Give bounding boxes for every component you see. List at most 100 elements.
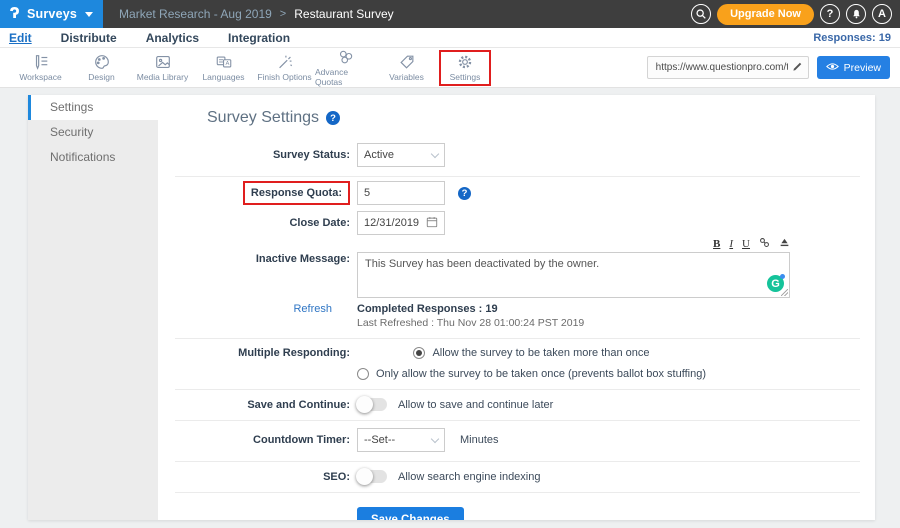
completed-responses-text: Completed Responses : 19 bbox=[357, 303, 584, 315]
toolbar-item-label: Finish Options bbox=[257, 72, 311, 82]
inactive-message-label: Inactive Message: bbox=[158, 237, 350, 265]
survey-toolbar: Workspace Design Media Library A Languag… bbox=[0, 48, 900, 88]
radio-unselected-icon[interactable] bbox=[357, 368, 369, 380]
page-content: Settings Security Notifications Survey S… bbox=[0, 88, 900, 528]
brand-block[interactable]: Surveys bbox=[0, 0, 103, 28]
calendar-icon[interactable] bbox=[426, 216, 438, 231]
settings-sidebar: Settings Security Notifications bbox=[28, 95, 158, 520]
toolbar-item-label: Workspace bbox=[19, 72, 61, 82]
radio-option-multiple[interactable]: Allow the survey to be taken more than o… bbox=[413, 347, 649, 359]
toolbar-item-label: Languages bbox=[202, 72, 244, 82]
chain-links-icon bbox=[337, 48, 355, 66]
toolbar-item-advance-quotas[interactable]: Advance Quotas bbox=[315, 48, 376, 87]
minutes-label: Minutes bbox=[460, 434, 499, 446]
divider bbox=[175, 338, 860, 339]
sidebar-item-settings[interactable]: Settings bbox=[28, 95, 158, 120]
settings-main: Survey Settings ? Survey Status: Active bbox=[158, 95, 875, 520]
search-icon bbox=[695, 8, 707, 20]
help-button[interactable]: ? bbox=[820, 4, 840, 24]
top-header: Surveys Market Research - Aug 2019 > Res… bbox=[0, 0, 900, 28]
gear-icon bbox=[456, 53, 474, 71]
toolbar-item-settings[interactable]: Settings bbox=[439, 50, 491, 86]
responses-count[interactable]: Responses: 19 bbox=[813, 32, 891, 44]
toolbar-item-design[interactable]: Design bbox=[71, 53, 132, 82]
divider bbox=[175, 492, 860, 493]
save-and-continue-desc: Allow to save and continue later bbox=[398, 399, 553, 411]
page-title: Survey Settings bbox=[207, 109, 319, 127]
close-date-input[interactable]: 12/31/2019 bbox=[357, 211, 445, 235]
radio-option-label: Allow the survey to be taken more than o… bbox=[432, 347, 649, 359]
breadcrumb-separator: > bbox=[280, 8, 286, 20]
pencil-icon[interactable] bbox=[792, 61, 803, 75]
tab-edit[interactable]: Edit bbox=[9, 31, 32, 45]
last-refreshed-text: Last Refreshed : Thu Nov 28 01:00:24 PST… bbox=[357, 317, 584, 329]
close-date-label: Close Date: bbox=[158, 217, 350, 229]
toolbar-item-label: Settings bbox=[450, 72, 481, 82]
countdown-timer-label: Countdown Timer: bbox=[158, 434, 350, 446]
underline-button[interactable]: U bbox=[742, 238, 750, 250]
italic-button[interactable]: I bbox=[729, 238, 733, 250]
response-quota-label: Response Quota: bbox=[251, 187, 342, 199]
resize-handle[interactable] bbox=[781, 289, 788, 296]
survey-status-select[interactable]: Active bbox=[357, 143, 445, 167]
tag-icon bbox=[398, 53, 416, 71]
toolbar-item-label: Design bbox=[88, 72, 114, 82]
translate-icon: A bbox=[215, 53, 233, 71]
bell-icon bbox=[851, 8, 862, 20]
chevron-down-icon bbox=[85, 12, 93, 17]
radio-selected-icon[interactable] bbox=[413, 347, 425, 359]
response-quota-input[interactable]: 5 bbox=[357, 181, 445, 205]
survey-url-value[interactable]: https://www.questionpro.com/t/APNrFZ bbox=[656, 62, 788, 73]
radio-option-label: Only allow the survey to be taken once (… bbox=[376, 368, 706, 380]
toolbar-item-languages[interactable]: A Languages bbox=[193, 53, 254, 82]
toolbar-item-finish-options[interactable]: Finish Options bbox=[254, 53, 315, 82]
notifications-button[interactable] bbox=[846, 4, 866, 24]
breadcrumb-parent[interactable]: Market Research - Aug 2019 bbox=[119, 7, 272, 21]
seo-label: SEO: bbox=[158, 471, 350, 483]
title-help-icon[interactable]: ? bbox=[326, 111, 340, 125]
toolbar-item-label: Variables bbox=[389, 72, 424, 82]
tab-integration[interactable]: Integration bbox=[228, 31, 290, 45]
radio-option-once[interactable]: Only allow the survey to be taken once (… bbox=[357, 368, 706, 380]
seo-desc: Allow search engine indexing bbox=[398, 471, 540, 483]
toolbar-item-workspace[interactable]: Workspace bbox=[10, 53, 71, 82]
sidebar-item-notifications[interactable]: Notifications bbox=[28, 145, 158, 170]
tab-analytics[interactable]: Analytics bbox=[146, 31, 199, 45]
magic-wand-icon bbox=[276, 53, 294, 71]
save-and-continue-toggle[interactable] bbox=[357, 398, 387, 411]
toolbar-item-media-library[interactable]: Media Library bbox=[132, 53, 193, 82]
sidebar-item-security[interactable]: Security bbox=[28, 120, 158, 145]
toolbar-item-variables[interactable]: Variables bbox=[376, 53, 437, 82]
anchor-button[interactable] bbox=[779, 237, 790, 251]
refresh-link[interactable]: Refresh bbox=[293, 303, 332, 315]
countdown-timer-select[interactable]: --Set-- bbox=[357, 428, 445, 452]
countdown-timer-value: --Set-- bbox=[364, 434, 395, 446]
response-quota-highlight-box: Response Quota: bbox=[243, 181, 350, 205]
chevron-down-icon bbox=[431, 149, 439, 157]
chevron-down-icon bbox=[431, 434, 439, 442]
upgrade-now-button[interactable]: Upgrade Now bbox=[717, 4, 814, 25]
pencil-list-icon bbox=[32, 53, 50, 71]
search-button[interactable] bbox=[691, 4, 711, 24]
toolbar-item-label: Advance Quotas bbox=[315, 67, 376, 87]
bold-button[interactable]: B bbox=[713, 238, 720, 250]
settings-panel: Settings Security Notifications Survey S… bbox=[28, 95, 875, 520]
survey-url-field[interactable]: https://www.questionpro.com/t/APNrFZ bbox=[647, 56, 809, 79]
avatar[interactable]: A bbox=[872, 4, 892, 24]
multiple-responding-label: Multiple Responding: bbox=[158, 347, 350, 359]
divider bbox=[175, 461, 860, 462]
breadcrumb: Market Research - Aug 2019 > Restaurant … bbox=[119, 7, 394, 21]
preview-button[interactable]: Preview bbox=[817, 56, 890, 79]
save-changes-button[interactable]: Save Changes bbox=[357, 507, 464, 520]
divider bbox=[175, 389, 860, 390]
breadcrumb-current: Restaurant Survey bbox=[294, 7, 393, 21]
seo-toggle[interactable] bbox=[357, 470, 387, 483]
inactive-message-textarea[interactable]: This Survey has been deactivated by the … bbox=[357, 252, 790, 298]
link-button[interactable] bbox=[759, 237, 770, 251]
quota-help-icon[interactable]: ? bbox=[458, 187, 471, 200]
close-date-value: 12/31/2019 bbox=[364, 217, 419, 229]
tab-distribute[interactable]: Distribute bbox=[61, 31, 117, 45]
save-and-continue-label: Save and Continue: bbox=[158, 399, 350, 411]
response-quota-value: 5 bbox=[364, 187, 370, 199]
product-name[interactable]: Surveys bbox=[27, 7, 77, 21]
